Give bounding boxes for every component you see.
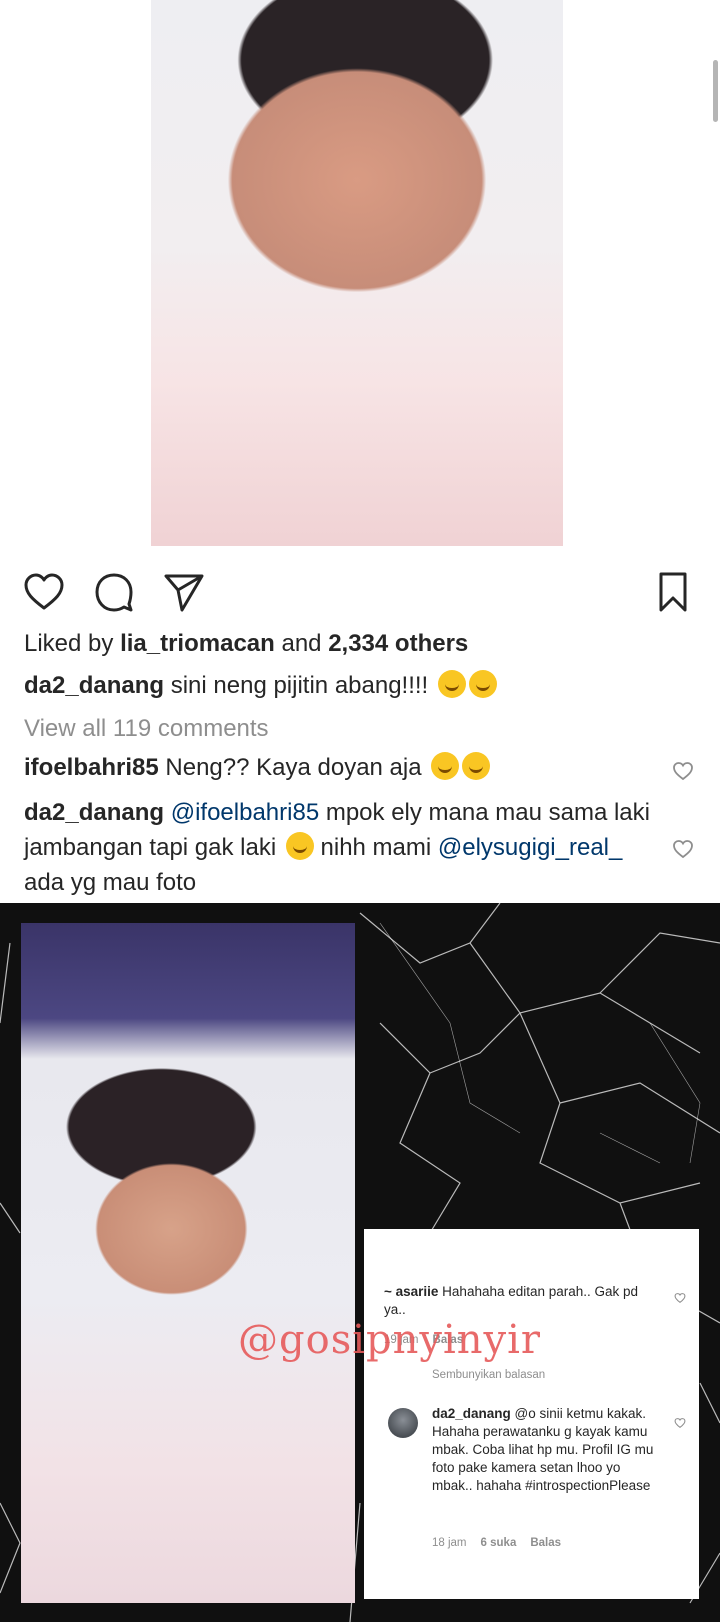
comment-like-count[interactable]: 6 suka [481, 1537, 517, 1549]
comment-username[interactable]: da2_danang [24, 799, 164, 826]
likes-summary[interactable]: Liked by lia_triomacan and 2,334 others [24, 630, 468, 658]
comment-mention[interactable]: @o [511, 1406, 536, 1421]
marble-collage: ~ asariie Hahahaha editan parah.. Gak pd… [0, 903, 720, 1622]
view-all-comments-link[interactable]: View all 119 comments [24, 715, 269, 743]
heart-icon[interactable] [674, 1292, 686, 1304]
watermark-text: @gosipnyinyir [238, 1317, 542, 1363]
grin-face-icon [462, 752, 491, 780]
instagram-post: Liked by lia_triomacan and 2,334 others … [0, 0, 720, 903]
comment-meta: 18 jam 6 suka Balas [432, 1537, 561, 1549]
bookmark-icon[interactable] [654, 570, 692, 614]
comment-like-heart-icon[interactable] [672, 760, 694, 782]
reply-button[interactable]: Balas [530, 1537, 561, 1549]
caption-username[interactable]: da2_danang [24, 672, 164, 699]
comment-username[interactable]: ifoelbahri85 [24, 754, 159, 781]
heart-outline-icon[interactable] [22, 570, 66, 614]
comment-text: Neng?? Kaya doyan aja [158, 754, 422, 781]
grin-face-icon [431, 752, 460, 780]
edited-photo[interactable] [21, 923, 355, 1603]
caption-text: sini neng pijitin abang!!!! [164, 672, 429, 699]
comment-item: ifoelbahri85 Neng?? Kaya doyan aja [24, 750, 654, 785]
heart-icon[interactable] [674, 1417, 686, 1429]
laughing-face-icon [285, 832, 314, 860]
comment-time: 18 jam [432, 1537, 467, 1549]
post-caption: da2_danang sini neng pijitin abang!!!! [24, 670, 497, 700]
reply-comment: da2_danang @o sinii ketmu kakak. Hahaha … [432, 1405, 654, 1495]
comment-item: da2_danang @ifoelbahri85 mpok ely mana m… [24, 795, 654, 900]
likes-and: and [274, 630, 329, 657]
comment-mention-2[interactable]: @elysugigi_real_ [438, 834, 622, 861]
comment-screenshot-card: ~ asariie Hahahaha editan parah.. Gak pd… [364, 1229, 699, 1599]
liked-by-user[interactable]: lia_triomacan [120, 630, 275, 657]
post-action-bar [0, 562, 720, 612]
speech-bubble-icon[interactable] [92, 570, 136, 614]
likes-count[interactable]: 2,334 others [328, 630, 468, 657]
post-photo[interactable] [151, 0, 563, 546]
reply-comment: ~ asariie Hahahaha editan parah.. Gak pd… [384, 1283, 654, 1319]
zany-face-icon [468, 670, 497, 698]
comment-username[interactable]: ~ asariie [384, 1284, 438, 1299]
comment-text-3: ada yg mau foto [24, 869, 197, 896]
paper-plane-icon[interactable] [162, 570, 206, 614]
comment-text-2: nihh mami [313, 834, 438, 861]
hide-replies-link[interactable]: Sembunyikan balasan [432, 1369, 545, 1381]
yum-face-icon [437, 670, 466, 698]
scrollbar[interactable] [713, 60, 718, 122]
comment-like-heart-icon[interactable] [672, 838, 694, 860]
avatar[interactable] [388, 1408, 418, 1438]
comment-username[interactable]: da2_danang [432, 1406, 511, 1421]
likes-prefix: Liked by [24, 630, 121, 657]
comment-mention[interactable]: @ifoelbahri85 [164, 799, 319, 826]
